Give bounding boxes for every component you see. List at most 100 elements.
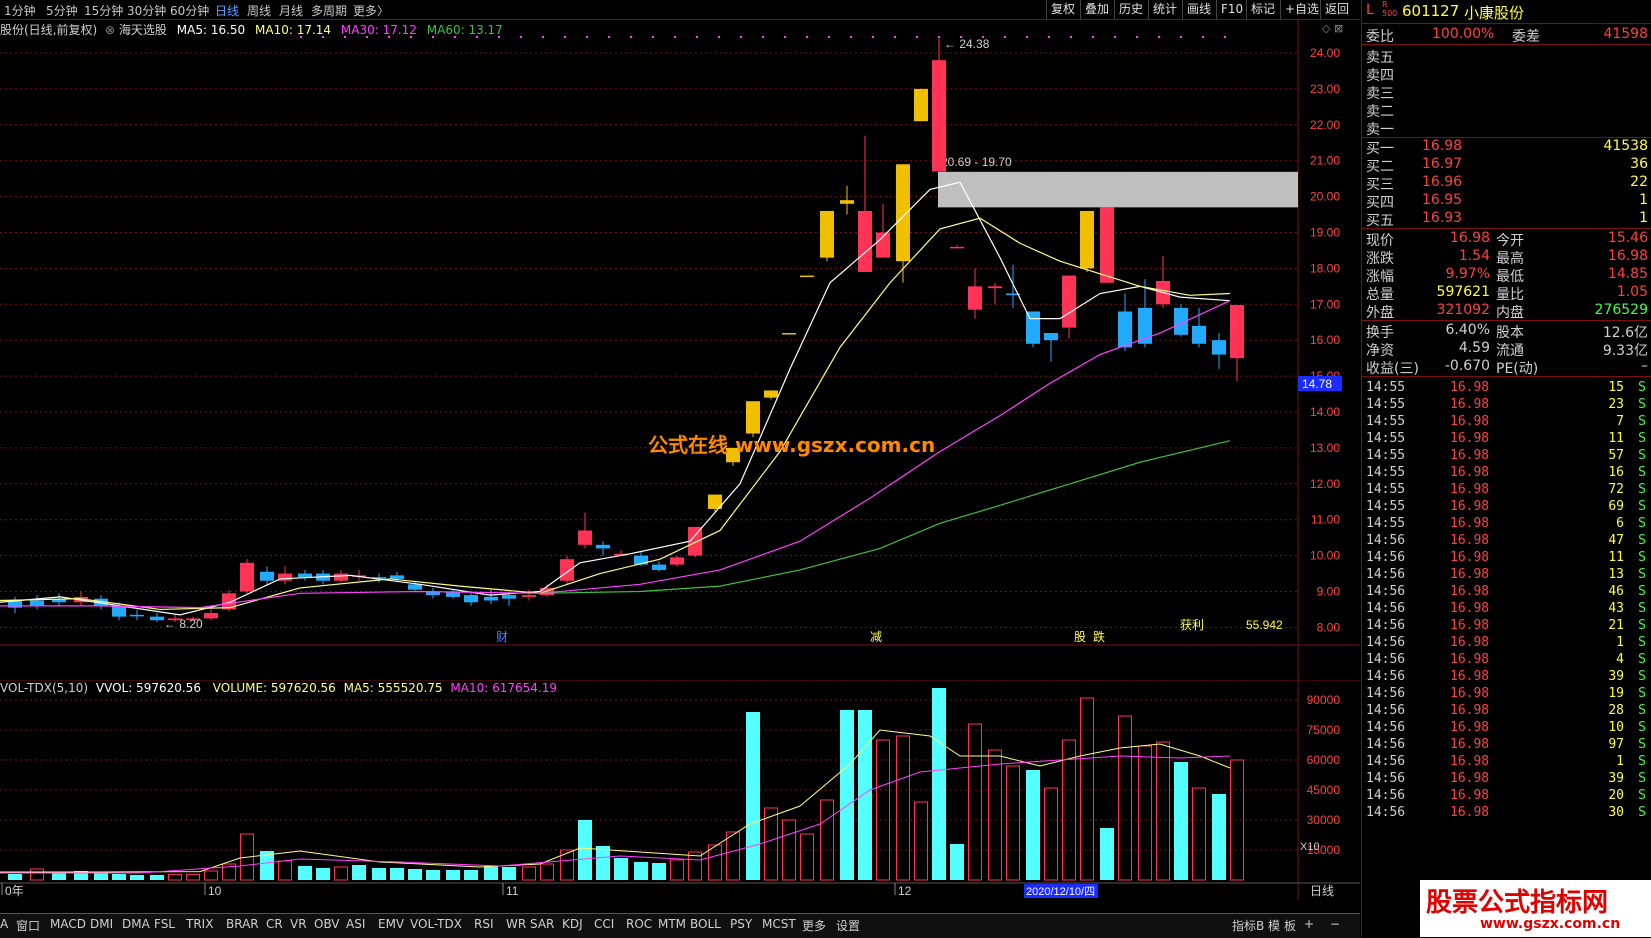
back-button[interactable]: 返回 — [1320, 0, 1353, 19]
indicator-tab-trix[interactable]: TRIX — [186, 917, 213, 931]
bid-level-row: 买一 16.98 41538 — [1366, 138, 1648, 157]
signal-dot — [1158, 36, 1160, 38]
volume-tick-label: 45000 — [1307, 783, 1341, 797]
draw-button[interactable]: 画线 — [1182, 0, 1215, 19]
ask-level-row: 卖四 — [1366, 68, 1394, 84]
tf-daily[interactable]: 日线 — [215, 2, 239, 19]
signal-dot — [938, 36, 940, 38]
signal-dot — [564, 36, 566, 38]
tick-row: 14:55 16.98 15 S — [1366, 380, 1646, 395]
tf-1min[interactable]: 1分钟 — [4, 2, 36, 19]
tf-multi[interactable]: 多周期 — [311, 2, 347, 19]
volume-bar — [446, 870, 460, 880]
indicator-tab-vr[interactable]: VR — [290, 917, 307, 931]
profit-label: 获利 — [1180, 618, 1204, 632]
indicator-tab-mtm[interactable]: MTM — [658, 917, 686, 931]
candle-body — [30, 600, 44, 606]
indicator-tab-macd[interactable]: MACD — [50, 917, 86, 931]
tick-row: 14:56 16.98 39 S — [1366, 669, 1646, 684]
volume-bar — [764, 807, 778, 881]
tf-more[interactable]: 更多〉 — [353, 2, 389, 19]
price-chart[interactable]: 24.00 23.00 22.00 21.00 20.00 19.00 18.00 17.00… — [0, 20, 1360, 680]
ma30-line — [0, 300, 1231, 609]
tf-15min[interactable]: 15分钟 — [84, 2, 123, 19]
overlay-button[interactable]: 叠加 — [1080, 0, 1113, 19]
tick-row: 14:55 16.98 72 S — [1366, 482, 1646, 497]
candle-body — [278, 573, 292, 581]
candle-body — [408, 584, 422, 590]
quote-stat-row: 收益(三) -0.670 PE(动) – — [1366, 358, 1648, 377]
volume-bar — [52, 873, 66, 880]
volume-chart[interactable]: 900007500060000450003000015000X100年 10 11 1… — [0, 680, 1360, 900]
indicator-tab-brar[interactable]: BRAR — [226, 917, 259, 931]
indicator-tab-cci[interactable]: CCI — [594, 917, 614, 931]
indicator-tab-emv[interactable]: EMV — [378, 917, 404, 931]
tf-30min[interactable]: 30分钟 — [127, 2, 166, 19]
price-tick-label: 10.00 — [1310, 549, 1340, 563]
bottom-control-3[interactable]: + — [1304, 917, 1314, 931]
candle-body — [670, 557, 684, 565]
indicator-tab-dma[interactable]: DMA — [122, 917, 150, 931]
date-label: 0年 — [5, 884, 24, 898]
indicator-tab-dmi[interactable]: DMI — [90, 917, 113, 931]
signal-dot — [1180, 36, 1182, 38]
stats-button[interactable]: 统计 — [1148, 0, 1181, 19]
price-tick-label: 8.00 — [1317, 620, 1341, 634]
volume-bar — [1138, 745, 1152, 881]
indicator-tab-obv[interactable]: OBV — [314, 917, 340, 931]
candle-body — [130, 614, 144, 617]
bottom-control-0[interactable]: 指标B — [1232, 917, 1264, 934]
candle-body — [112, 605, 126, 617]
indicator-tab-sar[interactable]: SAR — [530, 917, 554, 931]
indicator-tab-窗口[interactable]: 窗口 — [16, 917, 40, 934]
ma60-line — [539, 440, 1231, 594]
restore-rights-button[interactable]: 复权 — [1046, 0, 1079, 19]
profit-value: 55.942 — [1246, 618, 1283, 632]
volume-bar — [204, 870, 218, 881]
indicator-tab-rsi[interactable]: RSI — [474, 917, 494, 931]
candle-body — [1192, 325, 1206, 344]
f10-button[interactable]: F10 — [1216, 0, 1247, 19]
mark-button[interactable]: 标记 — [1246, 0, 1279, 19]
bid-level-row: 买五 16.93 1 — [1366, 210, 1648, 229]
tf-5min[interactable]: 5分钟 — [46, 2, 78, 19]
volume-bar — [1006, 765, 1020, 881]
tf-60min[interactable]: 60分钟 — [170, 2, 209, 19]
indicator-tab-roc[interactable]: ROC — [626, 917, 652, 931]
indicator-tab-fsl[interactable]: FSL — [154, 917, 175, 931]
indicator-tab-asi[interactable]: ASI — [346, 917, 365, 931]
signal-dot — [1202, 36, 1204, 38]
indicator-tab-kdj[interactable]: KDJ — [562, 917, 583, 931]
indicator-tab-更多[interactable]: 更多 — [802, 917, 826, 934]
bid-level-row: 买二 16.97 36 — [1366, 156, 1648, 175]
candle-body — [746, 401, 760, 434]
indicator-tab-psy[interactable]: PSY — [730, 917, 752, 931]
volume-bar — [502, 867, 516, 880]
bottom-control-4[interactable]: − — [1330, 917, 1340, 931]
add-watchlist-button[interactable]: +自选 — [1280, 0, 1323, 19]
signal-dot — [1048, 36, 1050, 38]
indicator-tab-boll[interactable]: BOLL — [690, 917, 721, 931]
indicator-tab-a[interactable]: A — [0, 917, 8, 931]
bid-level-row: 买四 16.95 1 — [1366, 192, 1648, 211]
tf-monthly[interactable]: 月线 — [279, 2, 303, 19]
tf-weekly[interactable]: 周线 — [247, 2, 271, 19]
date-label: 10 — [208, 884, 222, 898]
signal-dot — [300, 36, 302, 38]
volume-bar — [988, 749, 1002, 881]
candle-body — [858, 210, 872, 272]
bottom-control-2[interactable]: 板 — [1284, 917, 1296, 934]
stock-name: 小康股份 — [1464, 4, 1525, 22]
candle-body — [1118, 311, 1132, 348]
volume-bar — [1212, 794, 1226, 880]
signal-dot — [740, 36, 742, 38]
history-button[interactable]: 历史 — [1114, 0, 1147, 19]
indicator-tab-mcst[interactable]: MCST — [762, 917, 796, 931]
bottom-control-1[interactable]: 模 — [1268, 917, 1280, 934]
indicator-tab-cr[interactable]: CR — [266, 917, 283, 931]
volume-bar — [30, 868, 44, 881]
indicator-tab-wr[interactable]: WR — [506, 917, 526, 931]
indicator-tab-设置[interactable]: 设置 — [836, 917, 860, 934]
indicator-tab-vol-tdx[interactable]: VOL-TDX — [410, 917, 462, 931]
signal-dot — [828, 36, 830, 38]
